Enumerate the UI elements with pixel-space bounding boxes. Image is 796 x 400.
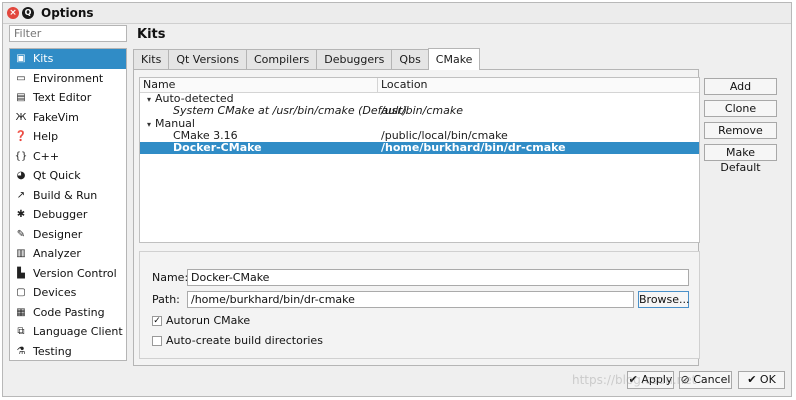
- pencil-icon: ✎: [16, 228, 26, 240]
- bug-icon: ✱: [16, 209, 26, 221]
- sidebar-item-label: Qt Quick: [33, 169, 81, 183]
- tree-location-cell: /usr/bin/cmake: [381, 104, 463, 118]
- sidebar-item-c[interactable]: {} C++: [10, 147, 126, 167]
- name-field[interactable]: Docker-CMake: [187, 269, 689, 286]
- remove-button[interactable]: Remove: [704, 122, 777, 139]
- tree-name-label: System CMake at /usr/bin/cmake (Default): [173, 104, 407, 118]
- sidebar-item-label: Debugger: [33, 208, 88, 222]
- autocreate-checkbox[interactable]: [152, 336, 162, 346]
- ok-label: OK: [759, 373, 776, 386]
- tab-cmake[interactable]: CMake: [427, 48, 481, 70]
- autocreate-label: Auto-create build directories: [166, 334, 323, 347]
- autorun-label: Autorun CMake: [166, 314, 251, 327]
- sidebar-item-devices[interactable]: ▢ Devices: [10, 283, 126, 303]
- sidebar: ▣ Kits ▭ Environment ▤ Text Editor Ж FakeVim ❓ He…: [9, 48, 127, 361]
- sidebar-item-label: Help: [33, 130, 59, 144]
- text-editor-icon: ▤: [16, 92, 26, 104]
- path-label: Path:: [152, 293, 180, 306]
- tab-debuggers[interactable]: Debuggers: [316, 49, 393, 69]
- sidebar-item-label: Code Pasting: [33, 305, 105, 319]
- apply-button[interactable]: ✔ Apply: [627, 371, 674, 389]
- sidebar-item-label: Designer: [33, 227, 83, 241]
- sidebar-item-label: Analyzer: [33, 247, 81, 261]
- path-field[interactable]: /home/burkhard/bin/dr-cmake: [187, 291, 634, 308]
- tab-bar: Kits Qt Versions Compilers Debuggers Qbs CMak…: [133, 48, 481, 70]
- tab-kits[interactable]: Kits: [133, 49, 170, 69]
- sidebar-item-label: Environment: [33, 71, 104, 85]
- sidebar-item-label: FakeVim: [33, 110, 79, 124]
- add-button[interactable]: Add: [704, 78, 777, 95]
- sidebar-item-version-control[interactable]: ▙ Version Control: [10, 264, 126, 284]
- tree-name-cell: Docker-CMake: [140, 142, 378, 154]
- sidebar-item-label: Testing: [33, 344, 72, 358]
- tab-compilers[interactable]: Compilers: [245, 49, 318, 69]
- fakevim-icon: Ж: [15, 111, 27, 123]
- sidebar-item-label: Language Client: [33, 325, 123, 339]
- hammer-icon: ↗: [16, 189, 26, 201]
- close-icon[interactable]: ×: [7, 7, 19, 19]
- check-icon: ✔: [628, 373, 638, 386]
- sidebar-item-language-client[interactable]: ⧉ Language Client: [10, 322, 126, 342]
- window-title: Options: [41, 6, 94, 20]
- cmake-tree: Name Location ▾ Auto-detected System CMake…: [139, 77, 700, 243]
- apply-label: Apply: [641, 373, 673, 386]
- devices-icon: ▢: [16, 287, 26, 299]
- version-control-icon: ▙: [17, 267, 25, 279]
- help-icon: ❓: [14, 131, 28, 143]
- tree-item-row[interactable]: System CMake at /usr/bin/cmake (Default)…: [140, 104, 699, 118]
- analyzer-icon: ▥: [16, 248, 26, 260]
- sidebar-item-label: Version Control: [33, 266, 117, 280]
- tree-name-label: CMake 3.16: [173, 128, 238, 142]
- tree-item-row[interactable]: Docker-CMake/home/burkhard/bin/dr-cmake: [140, 141, 699, 155]
- ok-button[interactable]: ✔ OK: [738, 371, 785, 389]
- sidebar-item-code-pasting[interactable]: ▦ Code Pasting: [10, 303, 126, 323]
- display-icon: ▭: [16, 72, 26, 84]
- testing-icon: ⚗: [16, 345, 26, 357]
- check-icon: ✔: [747, 373, 757, 386]
- sidebar-item-label: Kits: [33, 52, 54, 66]
- column-header-name[interactable]: Name: [140, 78, 378, 92]
- monitor-icon: ▣: [16, 53, 26, 65]
- tree-location-cell: /home/burkhard/bin/dr-cmake: [381, 141, 566, 155]
- tree-name-label: Docker-CMake: [173, 141, 262, 155]
- sidebar-item-testing[interactable]: ⚗ Testing: [10, 342, 126, 362]
- clone-button[interactable]: Clone: [704, 100, 777, 117]
- title-bar: × Q Options: [3, 3, 791, 24]
- sidebar-item-analyzer[interactable]: ▥ Analyzer: [10, 244, 126, 264]
- sidebar-item-debugger[interactable]: ✱ Debugger: [10, 205, 126, 225]
- sidebar-item-kits[interactable]: ▣ Kits: [10, 49, 126, 69]
- tab-qbs[interactable]: Qbs: [391, 49, 429, 69]
- sidebar-item-label: Text Editor: [33, 91, 92, 105]
- column-header-location[interactable]: Location: [378, 78, 428, 92]
- cancel-icon: ⊘: [680, 373, 690, 386]
- sidebar-item-label: Build & Run: [33, 188, 98, 202]
- braces-icon: {}: [14, 150, 28, 162]
- tree-header: Name Location: [140, 78, 699, 93]
- sidebar-item-fakevim[interactable]: Ж FakeVim: [10, 108, 126, 128]
- tab-qt-versions[interactable]: Qt Versions: [168, 49, 247, 69]
- sidebar-item-qt-quick[interactable]: ◕ Qt Quick: [10, 166, 126, 186]
- sidebar-item-environment[interactable]: ▭ Environment: [10, 69, 126, 89]
- filter-input[interactable]: [9, 25, 127, 42]
- tree-name-label: Manual: [155, 116, 195, 130]
- sidebar-item-text-editor[interactable]: ▤ Text Editor: [10, 88, 126, 108]
- qt-quick-icon: ◕: [16, 170, 26, 182]
- language-client-icon: ⧉: [17, 326, 25, 338]
- tree-name-label: Auto-detected: [155, 92, 234, 105]
- code-pasting-icon: ▦: [16, 306, 26, 318]
- cancel-label: Cancel: [693, 373, 731, 386]
- cancel-button[interactable]: ⊘ Cancel: [679, 371, 732, 389]
- page-title: Kits: [137, 27, 166, 42]
- sidebar-item-help[interactable]: ❓ Help: [10, 127, 126, 147]
- sidebar-item-label: Devices: [33, 286, 77, 300]
- sidebar-item-build-run[interactable]: ↗ Build & Run: [10, 186, 126, 206]
- name-label: Name:: [152, 271, 189, 284]
- sidebar-item-label: C++: [33, 149, 60, 163]
- qt-creator-logo-icon: Q: [22, 7, 34, 19]
- browse-button[interactable]: Browse...: [638, 291, 690, 308]
- make-default-button[interactable]: Make Default: [704, 144, 777, 174]
- sidebar-item-designer[interactable]: ✎ Designer: [10, 225, 126, 245]
- autorun-checkbox[interactable]: ✓: [152, 316, 162, 326]
